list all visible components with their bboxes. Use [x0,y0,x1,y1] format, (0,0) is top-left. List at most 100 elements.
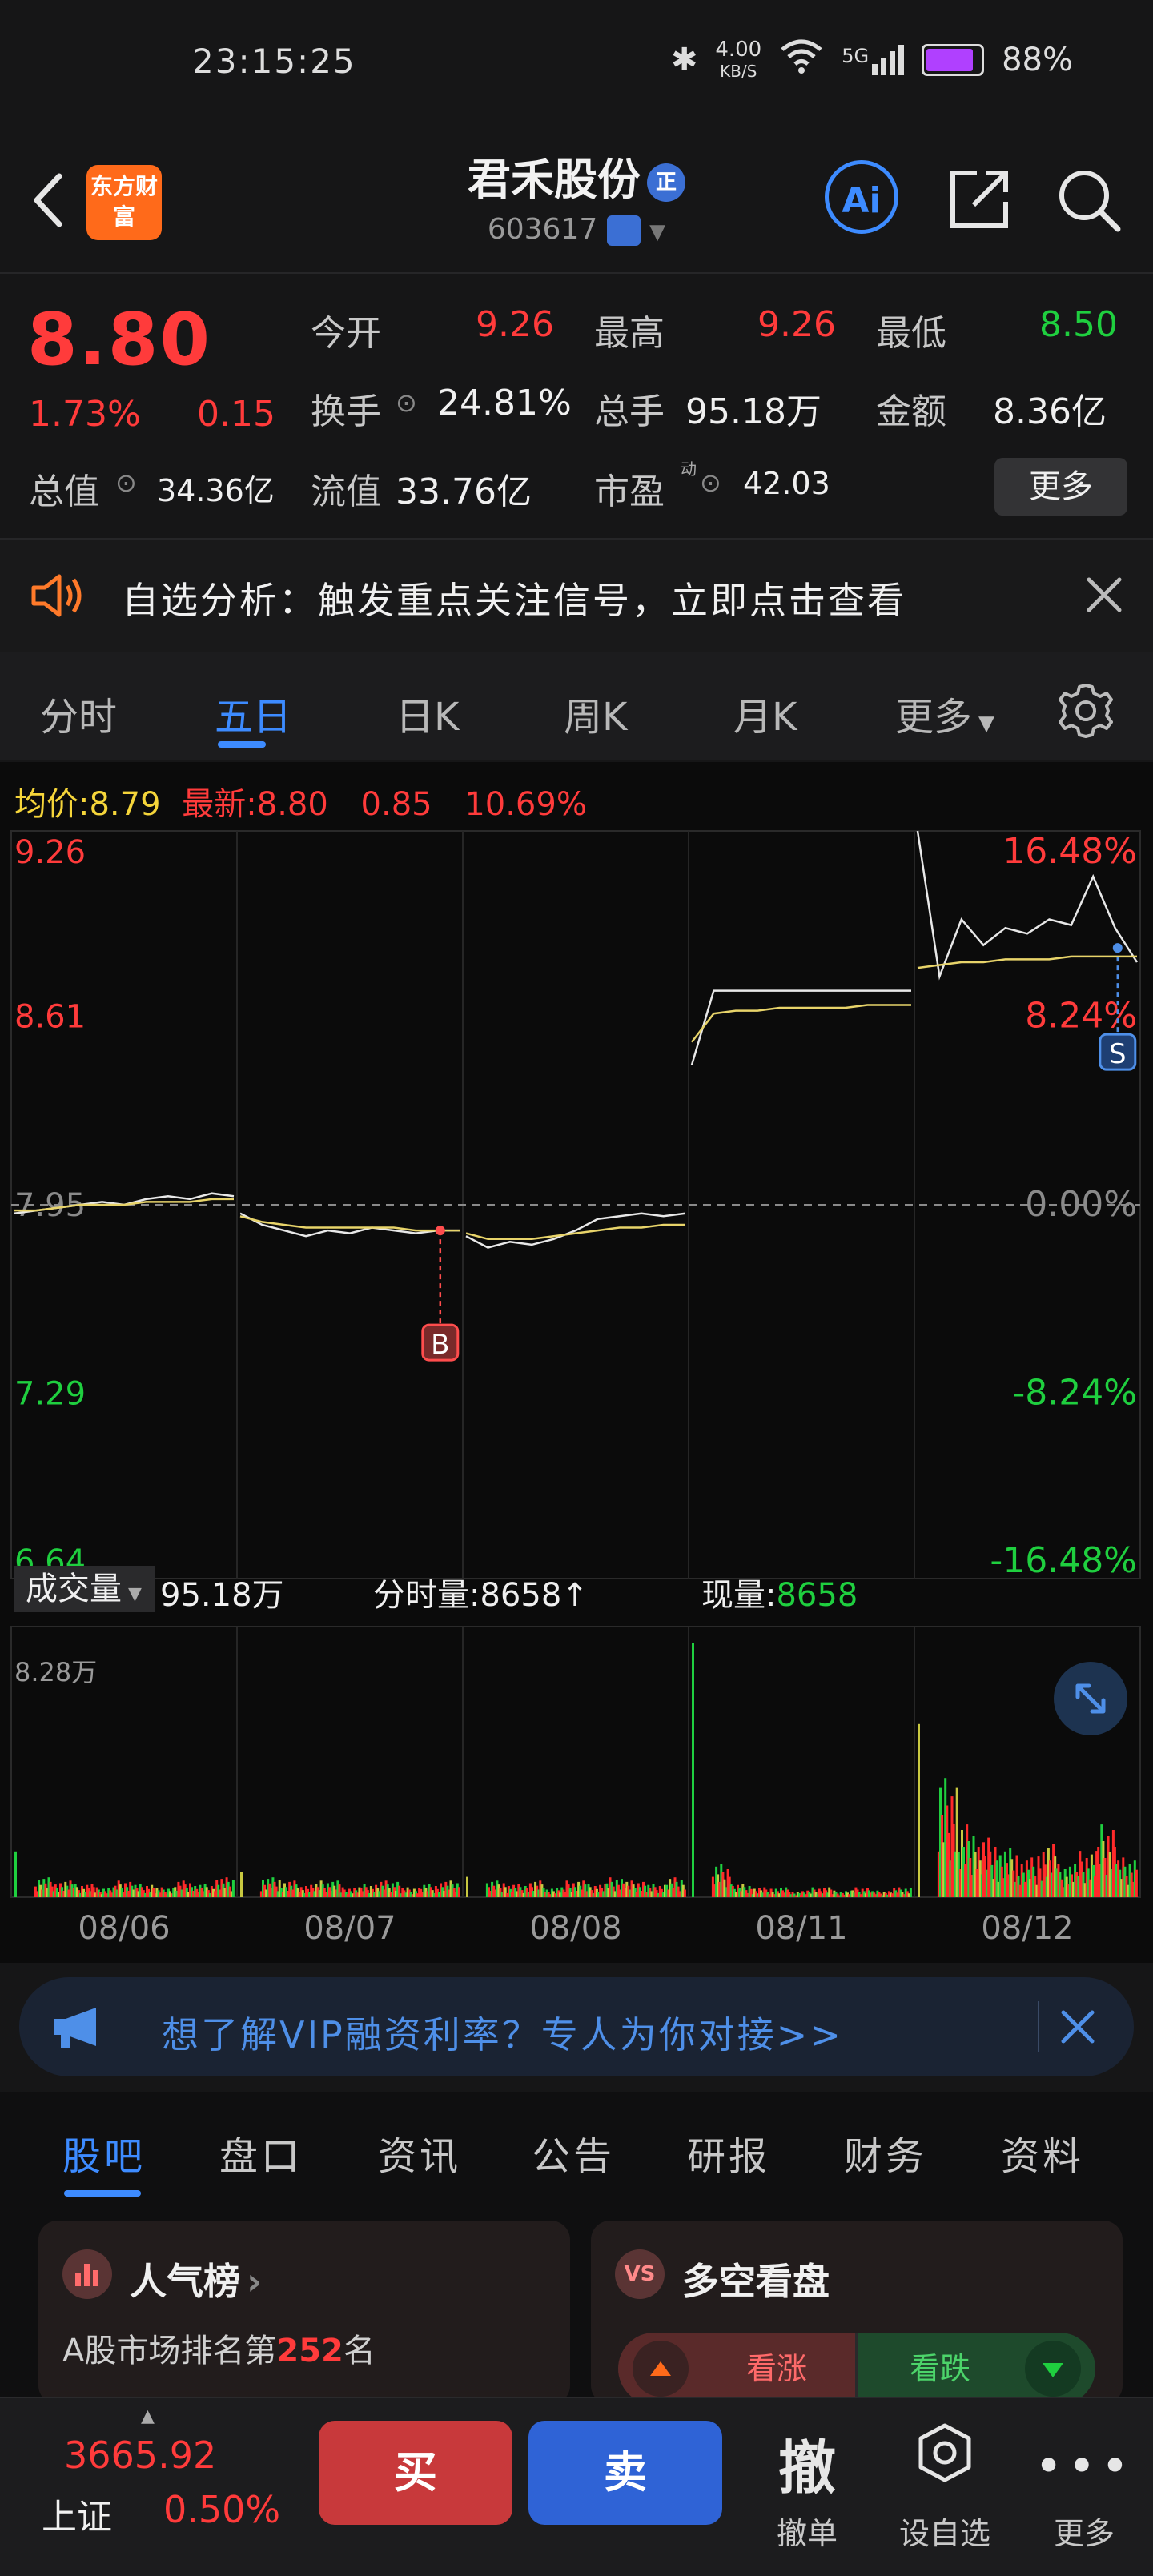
signal-icon: 5G [842,45,905,75]
high-value: 9.26 [757,304,836,345]
tab-monthly-k[interactable]: 月K [733,685,797,741]
price-line [465,1212,686,1249]
avg-line [465,1223,685,1241]
bull-label: 看涨 [746,2351,808,2386]
bull-bear-card[interactable]: VS 多空看盘 看涨 看跌 [591,2221,1123,2405]
volume-bar [240,1872,243,1897]
tab-intraday[interactable]: 分时 [40,685,117,741]
vip-text: 想了解VIP融资利率？专人为你对接>> [162,2013,843,2056]
ai-button[interactable]: Ai [825,160,898,234]
pe-label: 市盈 [594,471,665,512]
add-watchlist-button[interactable]: 设自选 [889,2398,1001,2576]
search-icon[interactable] [1054,165,1123,234]
status-bar: 23:15:25 ✱ 4.00 KB/S 5G 88% [0,0,1153,136]
volume-frame [10,1626,1141,1898]
bear-vote-button[interactable] [1025,2341,1081,2397]
volume-bar [14,1851,17,1897]
tab-five-day[interactable]: 五日 [215,685,291,741]
volume-bar [692,1643,694,1897]
status-icons: ✱ 4.00 KB/S 5G 88% [671,38,1073,82]
mktcap-value: 34.36亿 [157,473,275,508]
chevron-down-icon: ▼ [128,1584,142,1604]
index-expand-icon[interactable]: ▲ [141,2406,155,2426]
gear-icon[interactable] [1055,680,1116,741]
level2-icon [606,215,641,246]
tab-orderbook[interactable]: 盘口 [219,2125,303,2181]
share-icon[interactable] [945,165,1014,234]
pe-superscript: 动 [681,459,697,479]
float-label: 流值 [311,471,381,512]
y-tick-left: 7.29 [14,1375,86,1412]
turnover-value: 24.81% [437,383,572,423]
tab-research[interactable]: 研报 [687,2125,770,2181]
stock-header: 东方财富 君禾股份正 603617 ▼ Ai [0,136,1153,272]
bottom-toolbar: ▲ 3665.92 上证 0.50% 买 卖 撤 撤单 设自选 ••• 更多 [0,2397,1153,2576]
tab-news[interactable]: 资讯 [378,2125,461,2181]
speaker-icon [31,574,82,617]
status-time: 23:15:25 [192,42,356,81]
info-icon[interactable]: ⊙ [396,387,417,418]
volume-bar [466,1876,468,1897]
more-dots-icon: ••• [1034,2438,1135,2494]
info-icon[interactable]: ⊙ [700,467,721,498]
chart-tabs: 分时 五日 日K 周K 月K 更多 ▼ [0,652,1153,760]
bull-bear-title: 多空看盘 [682,2260,830,2303]
expand-icon[interactable] [1054,1662,1127,1735]
y-tick-right: 16.48% [1002,831,1137,872]
volume-selector[interactable]: 成交量 ▼ [14,1566,155,1612]
tab-daily-k[interactable]: 日K [396,685,459,741]
buy-button[interactable]: 买 [319,2421,512,2525]
sell-button[interactable]: 卖 [528,2421,722,2525]
alert-banner[interactable]: 自选分析：触发重点关注信号，立即点击查看 [0,538,1153,653]
x-tick: 08/12 [981,1910,1073,1947]
tab-announcements[interactable]: 公告 [532,2125,615,2181]
change-amount: 0.15 [197,394,275,435]
bull-vote-button[interactable] [633,2341,689,2397]
cancel-order-button[interactable]: 撤 撤单 [751,2398,863,2576]
low-value: 8.50 [1039,304,1118,345]
popularity-rank: A股市场排名第252名 [62,2333,376,2369]
vip-banner[interactable]: 想了解VIP融资利率？专人为你对接>> [19,1977,1134,2076]
volume-bar [918,1723,920,1897]
chevron-down-icon: ▼ [649,220,666,244]
more-menu-button[interactable]: ••• 更多 [1028,2398,1140,2576]
five-day-chart: 9.268.617.957.296.6416.48%8.24%0.00%-8.2… [10,830,1141,1947]
tab-financials[interactable]: 财务 [844,2125,927,2181]
tab-underline [218,741,266,748]
y-tick-right: 0.00% [1025,1184,1137,1225]
bear-label: 看跌 [910,2351,971,2386]
megaphone-icon [54,2008,96,2048]
marker-dot [435,1226,445,1236]
tab-profile[interactable]: 资料 [1001,2125,1084,2181]
sell-marker: S [1109,1038,1127,1070]
more-quote-button[interactable]: 更多 [994,458,1127,516]
quote-panel: 8.80 1.73% 0.15 今开 9.26 最高 9.26 最低 8.50 … [0,272,1153,538]
chart-area[interactable]: 均价:8.79 最新:8.80 0.85 10.69% 9.26 8.61 7.95… [0,762,1153,1963]
tab-more[interactable]: 更多 ▼ [895,685,994,741]
y-tick-right: -8.24% [1012,1372,1137,1413]
tab-weekly-k[interactable]: 周K [564,685,627,741]
x-tick: 08/08 [529,1910,621,1947]
avg-line [917,955,1137,969]
y-tick-left: 9.26 [14,834,86,871]
pe-value: 42.03 [743,466,830,501]
battery-icon [922,44,985,76]
stock-code: 603617 [487,213,598,246]
tab-underline [64,2190,141,2197]
buy-marker: B [431,1329,449,1361]
alert-text: 自选分析：触发重点关注信号，立即点击查看 [122,579,906,622]
hexagon-icon [918,2423,971,2482]
x-tick: 08/06 [78,1910,170,1947]
tab-forum[interactable]: 股吧 [62,2125,146,2181]
info-icon[interactable]: ⊙ [115,467,137,498]
current-volume: 现量:8658 [701,1577,858,1614]
divider [1038,2001,1039,2052]
open-value: 9.26 [476,304,554,345]
popularity-title: 人气榜 › [130,2260,262,2303]
bluetooth-icon: ✱ [670,42,698,78]
close-icon[interactable] [1086,576,1123,613]
close-icon[interactable] [1059,2008,1097,2046]
popularity-card[interactable]: 人气榜 › A股市场排名第252名 [38,2221,570,2405]
open-label: 今开 [311,313,381,354]
volume-bar [909,1888,912,1897]
